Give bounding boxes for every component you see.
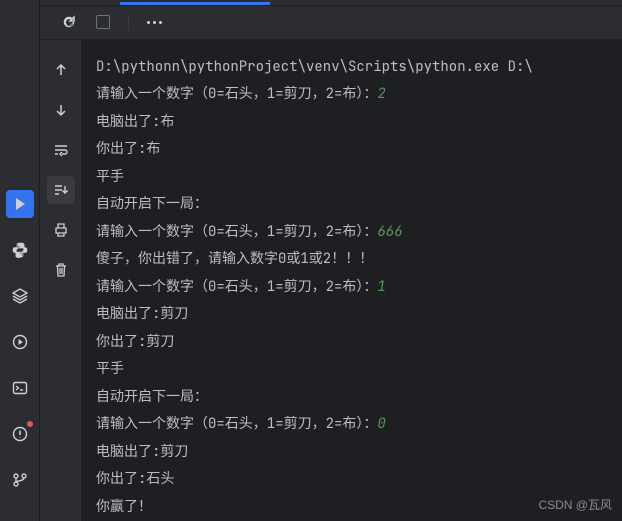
clear-button[interactable] bbox=[47, 256, 75, 284]
scroll-end-icon bbox=[53, 182, 69, 198]
up-stack-button[interactable] bbox=[47, 56, 75, 84]
console-toolbar bbox=[40, 6, 622, 40]
output-line: 电脑出了:剪刀 bbox=[96, 305, 188, 323]
vcs-button[interactable] bbox=[6, 466, 34, 494]
trash-icon bbox=[53, 262, 69, 278]
play-circle-icon bbox=[12, 334, 28, 350]
console-output[interactable]: D:\pythonn\pythonProject\venv\Scripts\py… bbox=[82, 40, 622, 521]
terminal-icon bbox=[12, 380, 28, 396]
git-branch-icon bbox=[12, 472, 28, 488]
prompt-line: 请输入一个数字（0=石头，1=剪刀，2=布）：666 bbox=[96, 223, 403, 241]
output-line: 傻子，你出错了，请输入数字0或1或2！！！ bbox=[96, 250, 373, 268]
print-icon bbox=[53, 222, 69, 238]
services-button[interactable] bbox=[6, 328, 34, 356]
layers-icon bbox=[12, 288, 28, 304]
output-line: 平手 bbox=[96, 360, 124, 378]
watermark: CSDN @瓦风 bbox=[538, 496, 612, 513]
down-stack-button[interactable] bbox=[47, 96, 75, 124]
prompt-line: 请输入一个数字（0=石头，1=剪刀，2=布）：0 bbox=[96, 415, 386, 433]
rerun-button[interactable] bbox=[58, 11, 80, 33]
wrap-icon bbox=[53, 142, 69, 158]
output-line: 你出了:石头 bbox=[96, 470, 174, 488]
soft-wrap-button[interactable] bbox=[47, 136, 75, 164]
more-actions-button[interactable] bbox=[143, 11, 165, 33]
output-line: 你出了:剪刀 bbox=[96, 333, 174, 351]
structure-button[interactable] bbox=[6, 282, 34, 310]
stop-button[interactable] bbox=[92, 11, 114, 33]
output-line: 你赢了！ bbox=[96, 498, 152, 516]
stop-icon bbox=[96, 15, 110, 29]
print-button[interactable] bbox=[47, 216, 75, 244]
problems-button[interactable] bbox=[6, 420, 34, 448]
console-gutter bbox=[40, 40, 82, 521]
prompt-line: 请输入一个数字（0=石头，1=剪刀，2=布）：1 bbox=[96, 278, 386, 296]
rerun-icon bbox=[61, 14, 77, 30]
output-line: 电脑出了:布 bbox=[96, 113, 174, 131]
warning-circle-icon bbox=[12, 426, 28, 442]
active-tab-indicator bbox=[120, 2, 270, 5]
arrow-up-icon bbox=[53, 62, 69, 78]
output-line: 电脑出了:剪刀 bbox=[96, 443, 188, 461]
python-console-button[interactable] bbox=[6, 236, 34, 264]
output-line: 平手 bbox=[96, 168, 124, 186]
toolbar-separator bbox=[128, 14, 129, 30]
run-tool-button[interactable] bbox=[6, 190, 34, 218]
output-line: 自动开启下一局： bbox=[96, 388, 208, 406]
arrow-down-icon bbox=[53, 102, 69, 118]
play-icon bbox=[13, 197, 27, 211]
output-line: 自动开启下一局： bbox=[96, 195, 208, 213]
terminal-button[interactable] bbox=[6, 374, 34, 402]
python-icon bbox=[11, 241, 29, 259]
scroll-end-button[interactable] bbox=[47, 176, 75, 204]
exec-path-line: D:\pythonn\pythonProject\venv\Scripts\py… bbox=[96, 58, 533, 76]
kebab-icon bbox=[147, 21, 162, 24]
notification-dot-icon bbox=[27, 421, 33, 427]
prompt-line: 请输入一个数字（0=石头，1=剪刀，2=布）：2 bbox=[96, 85, 386, 103]
output-line: 你出了:布 bbox=[96, 140, 160, 158]
